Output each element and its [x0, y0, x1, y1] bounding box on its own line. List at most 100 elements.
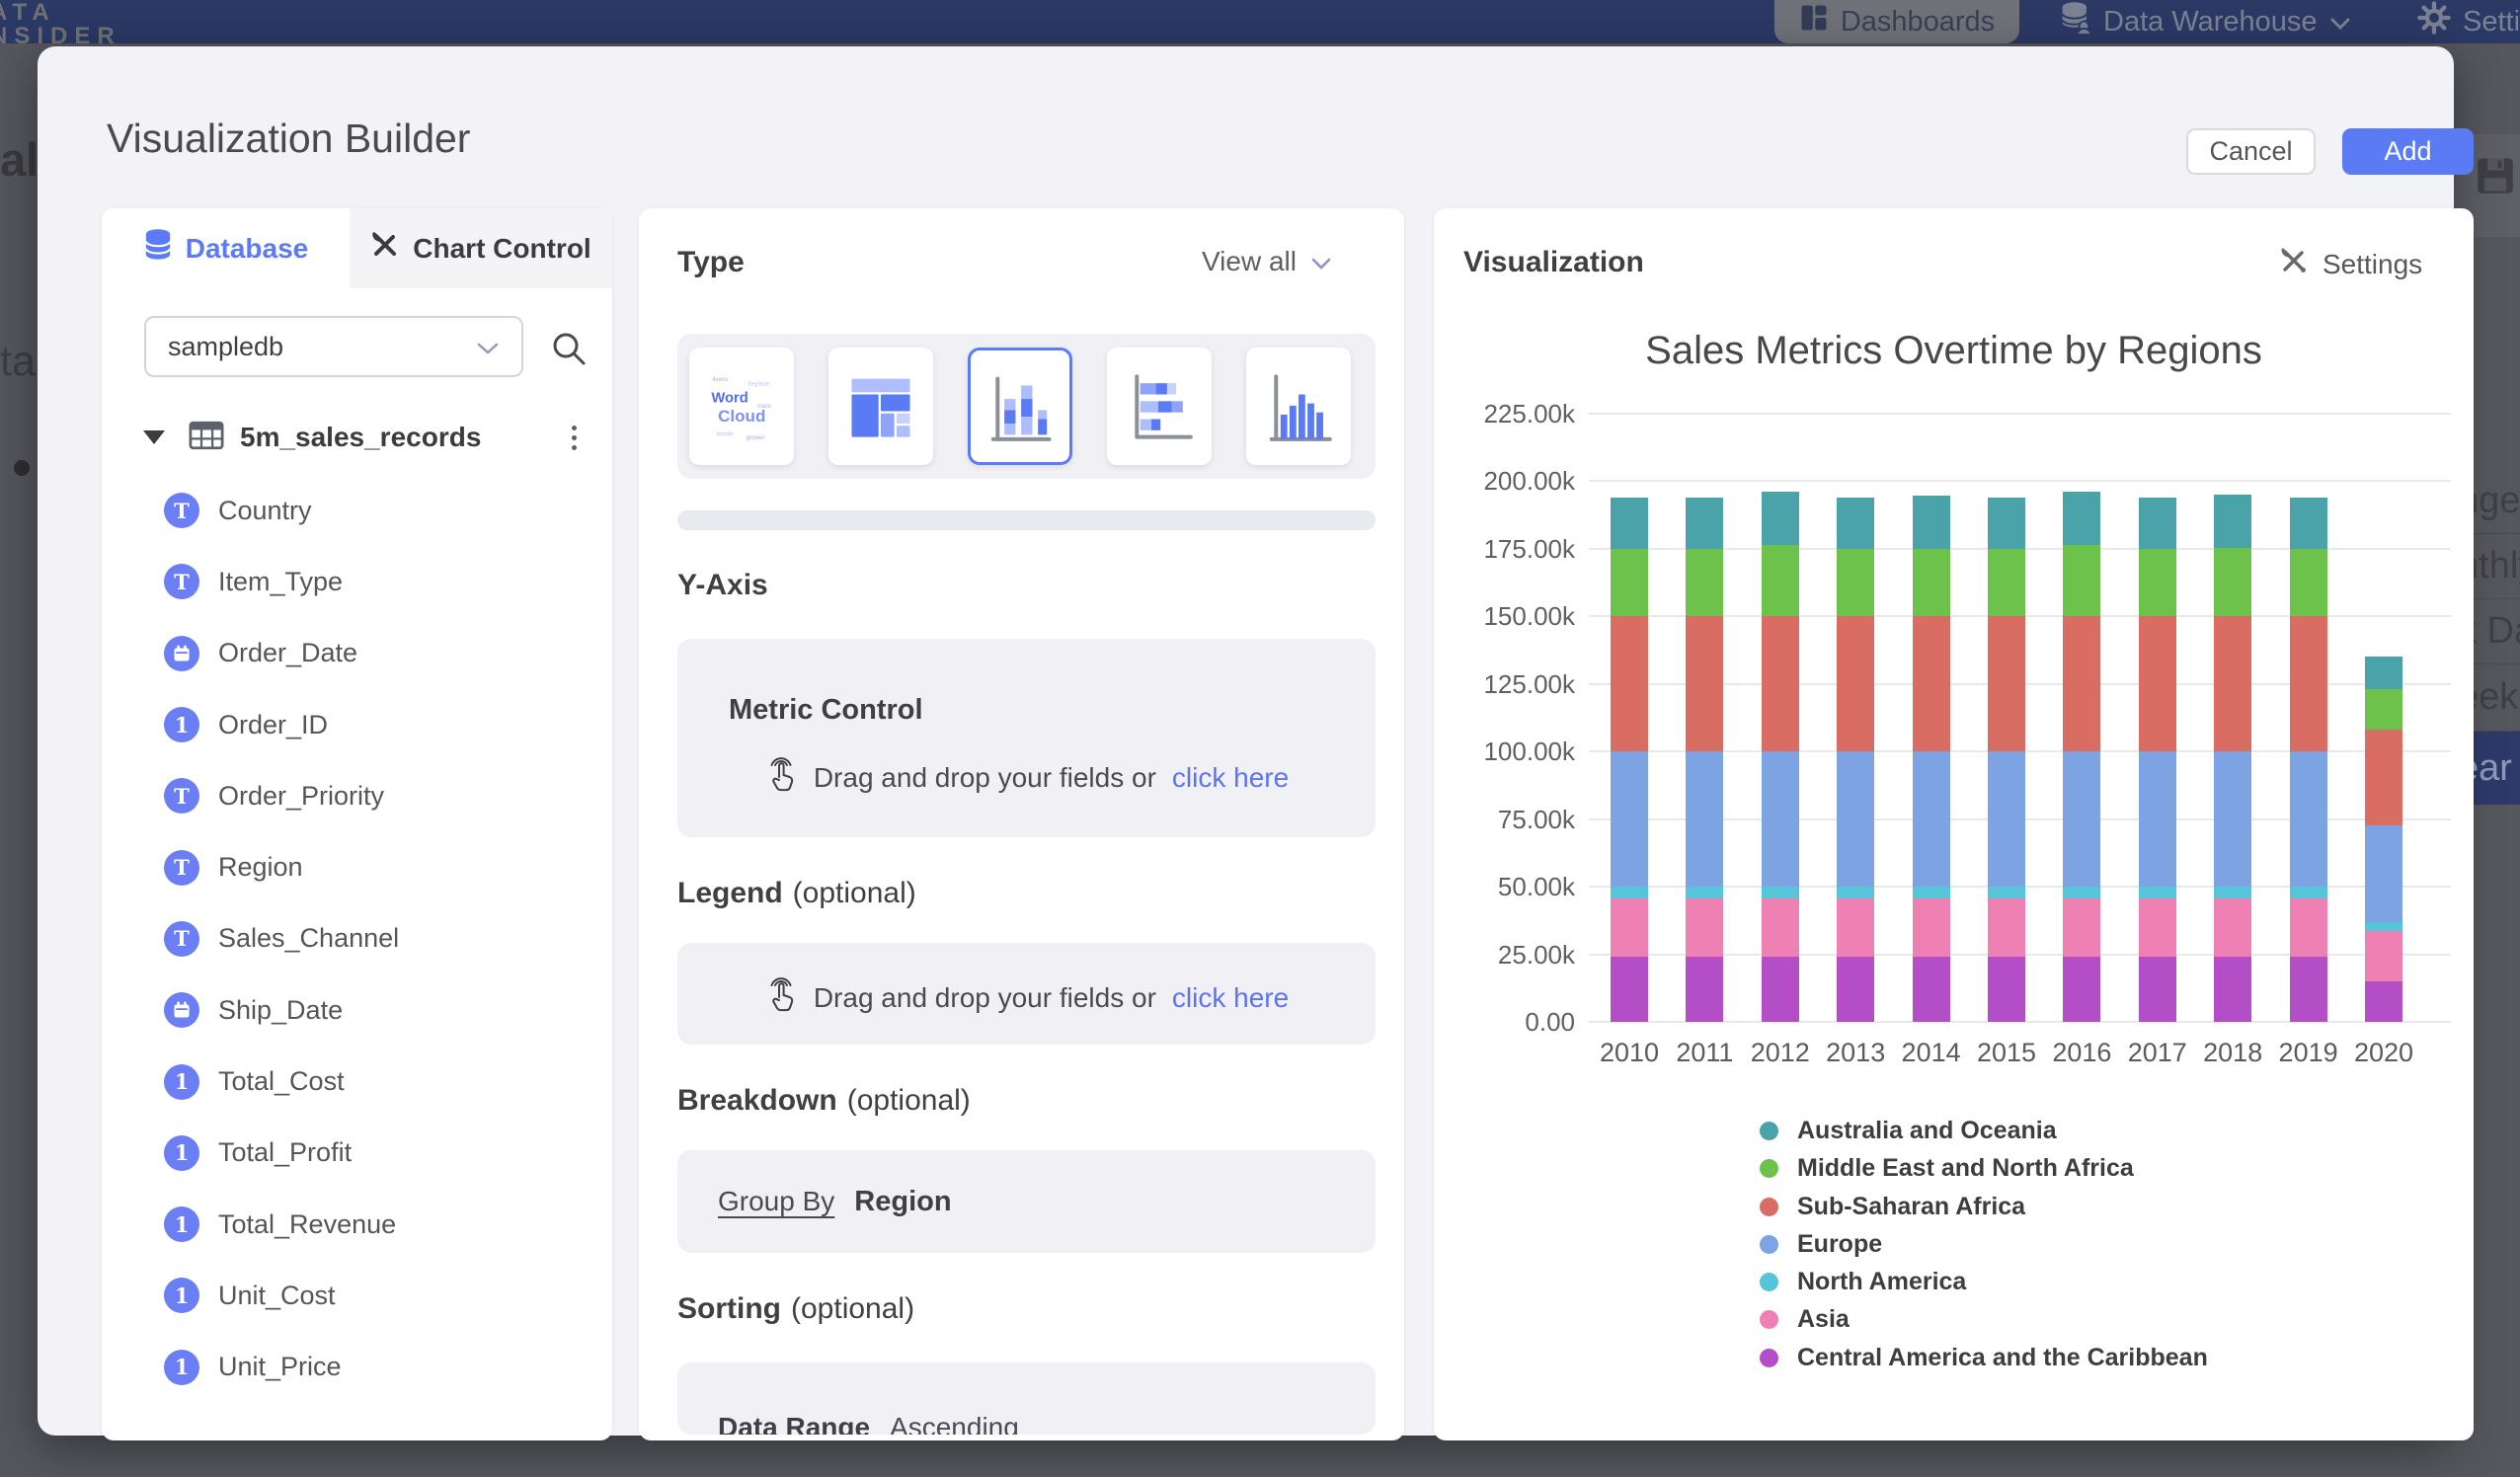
- field-label: Total_Profit: [218, 1137, 352, 1168]
- bar-segment: [2290, 498, 2327, 549]
- app-logo: ATA NSIDER: [0, 1, 121, 48]
- chart-type-tile-stacked-column[interactable]: [968, 348, 1072, 465]
- bar-segment: [1762, 898, 1799, 957]
- nav-item-dashboards[interactable]: Dashboards: [1774, 0, 2019, 43]
- chart-legend-item[interactable]: Central America and the Caribbean: [1760, 1344, 2208, 1372]
- field-item[interactable]: 1Unit_Cost: [102, 1260, 612, 1331]
- chart-type-scrollbar[interactable]: [677, 510, 1376, 530]
- database-select[interactable]: sampledb: [144, 316, 523, 377]
- field-item[interactable]: TItem_Type: [102, 546, 612, 617]
- chart-legend-item[interactable]: Asia: [1760, 1305, 1850, 1334]
- nav-item-settings[interactable]: Settings: [2417, 0, 2520, 43]
- metric-control-dropzone[interactable]: Metric Control Drag and drop your fields…: [677, 639, 1376, 837]
- bar-segment: [2063, 492, 2100, 544]
- bar-segment: [2214, 495, 2251, 547]
- kebab-menu-icon[interactable]: [551, 415, 596, 460]
- field-item[interactable]: Ship_Date: [102, 974, 612, 1046]
- nav-item-data-warehouse[interactable]: Data Warehouse: [2060, 0, 2351, 43]
- chart-legend-item[interactable]: Middle East and North Africa: [1760, 1154, 2134, 1183]
- drag-drop-hint: Drag and drop your fields or click here: [677, 755, 1376, 800]
- field-item[interactable]: 1Total_Profit: [102, 1118, 612, 1189]
- field-item[interactable]: 1Total_Cost: [102, 1046, 612, 1117]
- svg-text:grower: grower: [747, 433, 765, 440]
- svg-text:bindle: bindle: [717, 430, 734, 437]
- chart-type-tile-wordcloud[interactable]: livenskeylacemarsWordCloudbindlegrower: [689, 348, 794, 465]
- visualization-panel: Visualization Settings Sales Metrics Ove…: [1434, 208, 2474, 1440]
- nav-item-label: Dashboards: [1841, 6, 1995, 39]
- legend-label: North America: [1797, 1268, 1966, 1296]
- chevron-down-icon: [1310, 246, 1332, 277]
- modal-title: Visualization Builder: [107, 116, 470, 162]
- field-item[interactable]: TOrder_Priority: [102, 760, 612, 831]
- database-panel: Database Chart Control sampledb: [102, 208, 612, 1440]
- tab-database[interactable]: Database: [102, 208, 350, 288]
- bar-segment: [2290, 549, 2327, 616]
- bar-segment: [2139, 751, 2176, 887]
- legend-label: Middle East and North Africa: [1797, 1154, 2134, 1183]
- bar-segment: [1611, 898, 1648, 957]
- metric-control-title: Metric Control: [729, 694, 923, 727]
- bar-segment: [2063, 887, 2100, 898]
- dashboards-icon: [1799, 3, 1829, 40]
- bar-segment: [1988, 887, 2025, 898]
- legend-label: Australia and Oceania: [1797, 1117, 2057, 1145]
- tools-icon: [2279, 246, 2309, 282]
- bar-segment: [1611, 887, 1648, 898]
- bar-segment: [2214, 751, 2251, 887]
- group-by-link[interactable]: Group By: [718, 1186, 834, 1217]
- number-field-icon: 1: [164, 1278, 199, 1313]
- bar-segment: [1913, 549, 1950, 616]
- caret-down-icon[interactable]: [143, 430, 165, 444]
- bar-segment: [1611, 549, 1648, 616]
- bar-segment: [2290, 957, 2327, 1022]
- chart-type-tile-stacked-bar[interactable]: [1107, 348, 1212, 465]
- chart-type-strip: livenskeylacemarsWordCloudbindlegrower: [677, 334, 1376, 479]
- chart-legend-item[interactable]: North America: [1760, 1268, 1966, 1296]
- legend-label: Asia: [1797, 1305, 1850, 1334]
- field-item[interactable]: TCountry: [102, 475, 612, 546]
- visualization-builder-modal: Visualization Builder Cancel Add Databas…: [38, 46, 2454, 1436]
- bar-segment: [1611, 498, 1648, 549]
- chart-legend-item[interactable]: Sub-Saharan Africa: [1760, 1193, 2025, 1221]
- chart-legend-item[interactable]: Europe: [1760, 1230, 1882, 1259]
- field-label: Sales_Channel: [218, 923, 399, 954]
- visualization-settings-button[interactable]: Settings: [2279, 246, 2422, 282]
- bar-segment: [1611, 751, 1648, 887]
- tab-chart-control[interactable]: Chart Control: [350, 208, 612, 288]
- legend-dropzone[interactable]: Drag and drop your fields or click here: [677, 943, 1376, 1045]
- sorting-dropzone[interactable]: Data Range Ascending: [677, 1362, 1376, 1435]
- visualization-section-label: Visualization: [1463, 246, 1644, 279]
- bar-segment: [1762, 887, 1799, 898]
- chart-legend-item[interactable]: Australia and Oceania: [1760, 1117, 2057, 1145]
- view-all-dropdown[interactable]: View all: [1202, 246, 1332, 277]
- field-item[interactable]: 1Unit_Price: [102, 1332, 612, 1403]
- search-icon[interactable]: [548, 328, 590, 374]
- number-field-icon: 1: [164, 1350, 199, 1385]
- bar-segment: [2214, 957, 2251, 1022]
- chart-type-tile-column[interactable]: [1246, 348, 1351, 465]
- bar-segment: [2063, 545, 2100, 617]
- cancel-button[interactable]: Cancel: [2186, 128, 2316, 175]
- field-item[interactable]: Order_Date: [102, 618, 612, 689]
- click-here-link[interactable]: click here: [1172, 762, 1289, 794]
- y-axis-tick-label: 50.00k: [1457, 872, 1575, 902]
- click-here-link[interactable]: click here: [1172, 982, 1289, 1014]
- bar-segment: [2139, 957, 2176, 1022]
- add-button[interactable]: Add: [2342, 128, 2474, 175]
- bar-segment: [2365, 931, 2402, 981]
- chevron-down-icon: [2329, 6, 2351, 39]
- field-label: Region: [218, 852, 303, 883]
- table-tree-header[interactable]: 5m_sales_records: [102, 415, 612, 460]
- field-item[interactable]: 1Total_Revenue: [102, 1189, 612, 1260]
- field-item[interactable]: TSales_Channel: [102, 903, 612, 974]
- bar-segment: [1762, 751, 1799, 887]
- y-axis-tick-label: 75.00k: [1457, 805, 1575, 835]
- bar-segment: [2214, 898, 2251, 957]
- field-item[interactable]: TRegion: [102, 831, 612, 902]
- field-item[interactable]: 1Order_ID: [102, 689, 612, 760]
- bar-segment: [1988, 498, 2025, 549]
- chart-type-tile-treemap[interactable]: [828, 348, 933, 465]
- bar-segment: [1762, 957, 1799, 1022]
- bar-segment: [1913, 616, 1950, 751]
- breakdown-dropzone[interactable]: Group By Region: [677, 1150, 1376, 1253]
